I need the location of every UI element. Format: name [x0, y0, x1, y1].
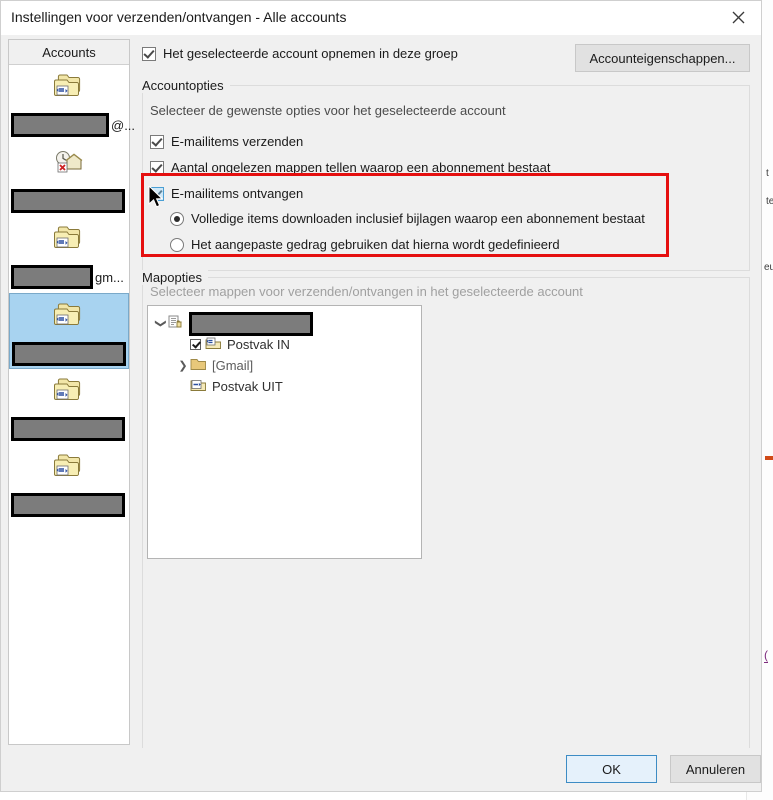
account-list-item[interactable] [9, 293, 129, 369]
close-icon[interactable] [715, 1, 761, 34]
account-root-icon [168, 315, 184, 333]
folder-tree-row[interactable]: Postvak UIT [148, 377, 421, 396]
account-label [11, 417, 125, 441]
account-properties-button[interactable]: Accounteigenschappen... [575, 44, 750, 72]
folder-options-group-side-right [749, 277, 750, 748]
send-mail-items-checkbox[interactable] [150, 134, 164, 149]
accounts-list[interactable]: @... gm... [9, 65, 135, 521]
ok-button[interactable]: OK [566, 755, 657, 783]
folder-options-group-side-left [142, 277, 143, 748]
download-full-items-radio[interactable] [170, 211, 184, 226]
folder-options-group-line [142, 277, 750, 278]
account-options-title: Accountopties [142, 78, 230, 93]
account-options-group-line [142, 85, 750, 86]
accounts-panel: Accounts @... gm... [8, 39, 135, 745]
folder-label: Postvak UIT [212, 379, 283, 394]
inbox-folder-icon [205, 336, 222, 353]
background-accent-bar [765, 456, 773, 460]
account-folder-sync-icon [10, 300, 128, 330]
count-unread-label: Aantal ongelezen mappen tellen waarop ee… [171, 160, 551, 175]
count-unread-checkbox[interactable] [150, 160, 164, 175]
account-label: gm... [11, 265, 124, 289]
account-label [12, 342, 126, 366]
receive-mail-items-row[interactable]: E-mailitems ontvangen [150, 186, 303, 201]
account-label [11, 189, 125, 213]
account-label-suffix: gm... [95, 269, 124, 285]
chevron-down-icon[interactable]: ❯ [155, 317, 168, 331]
account-folder-sync-icon [9, 223, 129, 253]
account-label: @... [11, 113, 135, 137]
include-account-label: Het geselecteerde account opnemen in dez… [163, 46, 458, 61]
redacted-account-name [12, 342, 126, 366]
custom-behavior-row[interactable]: Het aangepaste gedrag gebruiken dat hier… [170, 237, 560, 252]
account-offline-error-icon [9, 147, 129, 177]
chevron-right-icon[interactable]: ❯ [176, 359, 190, 372]
background-link-fragment: ( [764, 648, 768, 663]
folder-icon [190, 357, 207, 374]
account-list-item[interactable]: @... [9, 65, 135, 141]
include-account-row[interactable]: Het geselecteerde account opnemen in dez… [142, 46, 458, 61]
account-folder-sync-icon [9, 375, 129, 405]
account-list-item[interactable] [9, 369, 129, 445]
account-label-suffix: @... [111, 117, 136, 133]
folder-checkbox[interactable] [190, 339, 201, 350]
accounts-header: Accounts [9, 40, 129, 65]
include-account-checkbox[interactable] [142, 46, 156, 61]
download-full-items-label: Volledige items downloaden inclusief bij… [191, 211, 645, 226]
account-folder-sync-icon [9, 71, 129, 101]
folder-options-title: Mapopties [142, 270, 208, 285]
custom-behavior-label: Het aangepaste gedrag gebruiken dat hier… [191, 237, 560, 252]
redacted-account-name [11, 189, 125, 213]
custom-behavior-radio[interactable] [170, 237, 184, 252]
folder-label: Postvak IN [227, 337, 290, 352]
redacted-account-name [11, 265, 93, 289]
account-list-item[interactable]: gm... [9, 217, 129, 293]
redacted-account-name [11, 417, 125, 441]
account-options-description: Selecteer de gewenste opties voor het ge… [150, 103, 506, 118]
send-mail-items-row[interactable]: E-mailitems verzenden [150, 134, 303, 149]
account-label [11, 493, 125, 517]
send-receive-settings-dialog: Instellingen voor verzenden/ontvangen - … [0, 0, 762, 792]
count-unread-row[interactable]: Aantal ongelezen mappen tellen waarop ee… [150, 160, 550, 175]
account-options-group-side-right [749, 85, 750, 270]
redacted-account-name [189, 311, 313, 336]
dialog-titlebar: Instellingen voor verzenden/ontvangen - … [1, 1, 761, 35]
folder-tree-row[interactable]: ❯ [Gmail] [148, 356, 421, 375]
folder-options-description: Selecteer mappen voor verzenden/ontvange… [150, 284, 583, 299]
download-full-items-row[interactable]: Volledige items downloaden inclusief bij… [170, 211, 645, 226]
background-text-fragment: t [766, 168, 769, 179]
folder-label: [Gmail] [212, 358, 254, 373]
receive-mail-items-label: E-mailitems ontvangen [171, 186, 304, 201]
account-folder-sync-icon [9, 451, 129, 481]
folder-tree[interactable]: ❯ Postvak IN ❯ [Gmail] Postvak UIT [147, 305, 422, 559]
send-mail-items-label: E-mailitems verzenden [171, 134, 304, 149]
cancel-button[interactable]: Annuleren [670, 755, 761, 783]
outbox-folder-icon [190, 378, 207, 395]
account-options-group-side-left [142, 85, 143, 270]
background-text-fragment: te [766, 196, 773, 207]
redacted-account-name [11, 493, 125, 517]
background-text-fragment: eu [764, 262, 773, 273]
account-list-item[interactable] [9, 445, 129, 521]
main-content: Het geselecteerde account opnemen in dez… [136, 39, 756, 748]
receive-mail-items-checkbox[interactable] [150, 186, 164, 201]
folder-tree-row[interactable]: Postvak IN [148, 335, 421, 354]
dialog-title: Instellingen voor verzenden/ontvangen - … [11, 9, 347, 25]
folder-tree-row[interactable]: ❯ [148, 311, 421, 336]
account-list-item[interactable] [9, 141, 129, 217]
account-options-group-line-bottom [142, 270, 750, 271]
redacted-account-name [11, 113, 109, 137]
